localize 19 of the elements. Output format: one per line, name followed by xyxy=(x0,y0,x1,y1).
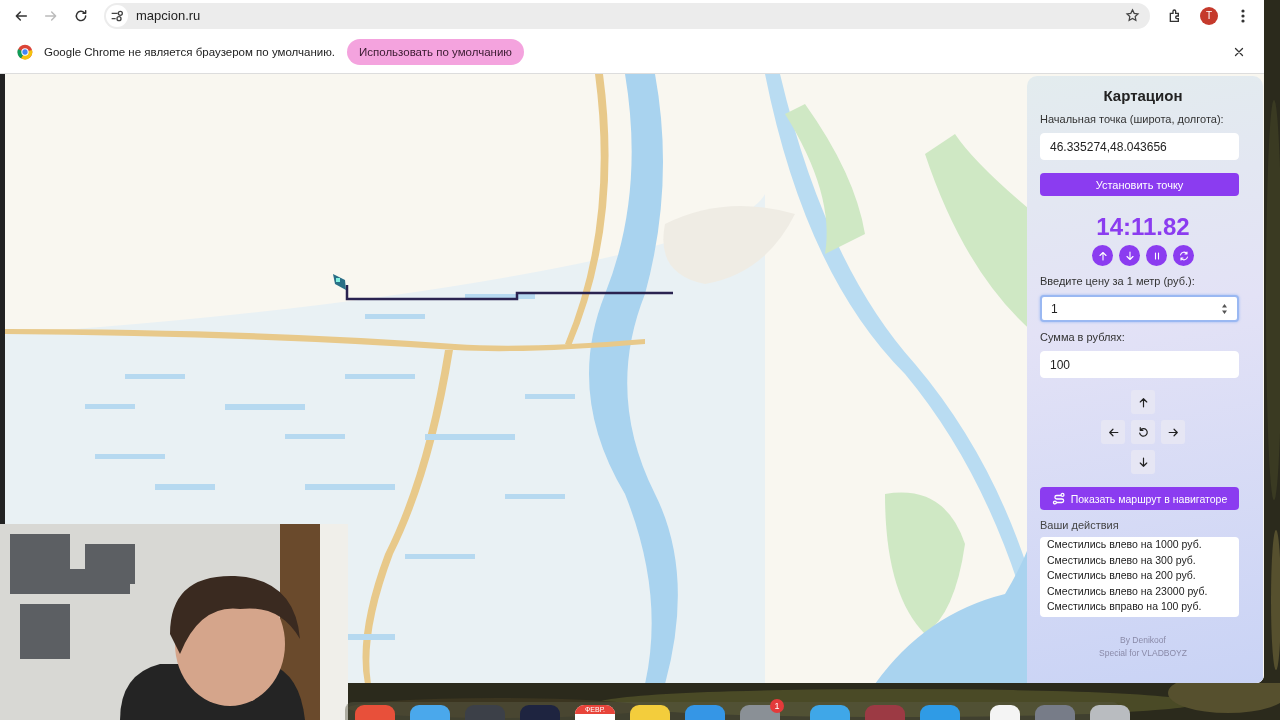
chrome-logo-icon xyxy=(17,44,33,60)
document-icon[interactable] xyxy=(990,705,1020,720)
trash-icon[interactable] xyxy=(1090,705,1130,720)
profile-avatar[interactable]: T xyxy=(1200,6,1218,25)
reload-icon xyxy=(73,7,89,24)
infobar-message: Google Chrome не является браузером по умолчанию. xyxy=(44,46,335,58)
app-icon[interactable] xyxy=(410,705,450,720)
address-bar[interactable]: mapcion.ru xyxy=(104,2,1150,29)
app-icon[interactable] xyxy=(810,705,850,720)
set-default-button[interactable]: Использовать по умолчанию xyxy=(347,39,524,65)
app-icon[interactable] xyxy=(920,705,960,720)
thumbnail-icon[interactable] xyxy=(1035,705,1075,720)
url-text: mapcion.ru xyxy=(136,8,201,23)
close-icon xyxy=(1232,45,1246,59)
app-icon[interactable] xyxy=(630,705,670,720)
more-icon xyxy=(1241,8,1245,23)
app-icon[interactable] xyxy=(355,705,395,720)
app-icon[interactable] xyxy=(685,705,725,720)
star-icon[interactable] xyxy=(1125,8,1140,23)
